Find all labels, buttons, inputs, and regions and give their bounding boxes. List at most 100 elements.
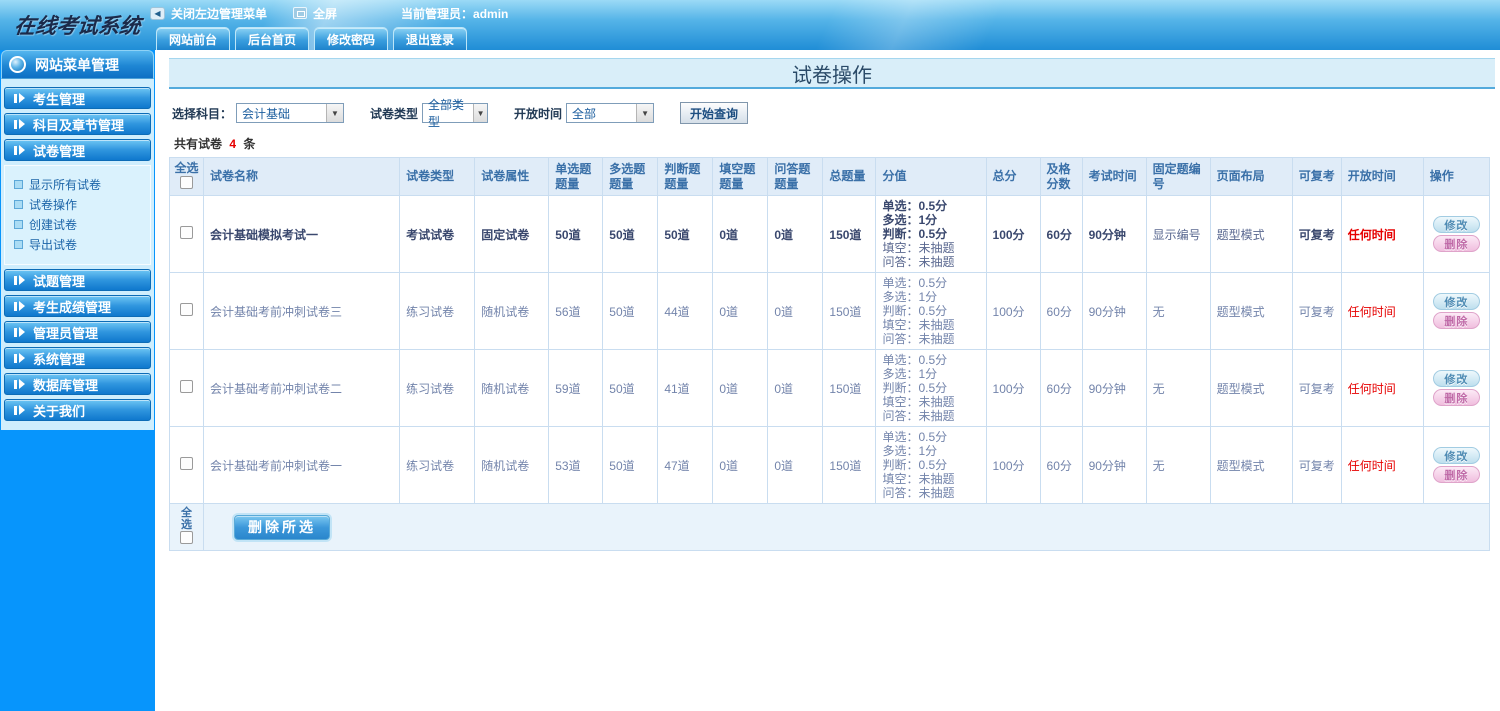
play-arrow-icon <box>14 405 25 415</box>
table-row: 会计基础考前冲刺试卷三 练习试卷 随机试卷 56道 50道 44道 0道 0道 … <box>168 272 1491 350</box>
col-paper-attr: 试卷属性 <box>474 157 550 196</box>
modify-button[interactable]: 修改 <box>1432 370 1480 387</box>
delete-button[interactable]: 删除 <box>1432 235 1480 252</box>
chevron-down-icon: ▼ <box>473 104 488 122</box>
sidebar-item-paper-management[interactable]: 试卷管理 <box>4 139 151 161</box>
submenu-item-label: 导出试卷 <box>29 237 78 252</box>
sidebar-header: 网站菜单管理 <box>1 50 154 79</box>
paper-type: 练习试卷 <box>399 349 476 427</box>
blank-count: 0道 <box>712 349 769 427</box>
current-admin-label: 当前管理员：admin <box>401 6 509 21</box>
col-qa-count: 问答题题量 <box>767 157 824 196</box>
total-count: 150道 <box>822 349 877 427</box>
judge-count: 50道 <box>657 195 714 273</box>
play-arrow-icon <box>14 301 25 311</box>
sidebar-item-label: 系统管理 <box>33 351 86 367</box>
blank-count: 0道 <box>712 272 769 350</box>
col-pass-score: 及格分数 <box>1039 157 1083 196</box>
delete-button[interactable]: 删除 <box>1432 466 1480 483</box>
sidebar-subitem-create-paper[interactable]: 创建试卷 <box>14 214 150 234</box>
fixed-number: 显示编号 <box>1145 195 1211 273</box>
sidebar-item-about-us[interactable]: 关于我们 <box>4 399 151 421</box>
sidebar-subitem-paper-operations[interactable]: 试卷操作 <box>14 194 150 214</box>
sidebar-item-label: 考生成绩管理 <box>33 299 112 315</box>
col-single-count: 单选题题量 <box>548 157 604 196</box>
type-filter-label: 试卷类型 <box>370 106 419 121</box>
paper-type: 练习试卷 <box>399 426 476 504</box>
fixed-number: 无 <box>1145 349 1211 427</box>
delete-button[interactable]: 删除 <box>1432 312 1480 329</box>
sidebar-subitem-show-all-papers[interactable]: 显示所有试卷 <box>14 174 150 194</box>
total-score: 100分 <box>985 272 1041 350</box>
delete-selected-button[interactable]: 删除所选 <box>234 514 331 540</box>
sidebar-subitem-export-paper[interactable]: 导出试卷 <box>14 234 150 254</box>
modify-button[interactable]: 修改 <box>1432 293 1480 310</box>
tab-logout[interactable]: 退出登录 <box>393 27 468 50</box>
subject-select[interactable]: 会计基础 ▼ <box>236 103 345 123</box>
modify-button[interactable]: 修改 <box>1432 216 1480 233</box>
blank-count: 0道 <box>712 426 769 504</box>
pass-score: 60分 <box>1039 349 1083 427</box>
sidebar-item-candidate-management[interactable]: 考生管理 <box>4 87 151 109</box>
paper-name: 会计基础模拟考试一 <box>203 195 401 273</box>
row-checkbox[interactable] <box>180 303 193 316</box>
modify-button[interactable]: 修改 <box>1432 447 1480 464</box>
pass-score: 60分 <box>1039 195 1083 273</box>
open-time: 任何时间 <box>1340 349 1424 427</box>
blank-count: 0道 <box>712 195 769 273</box>
square-bullet-icon <box>14 199 23 209</box>
fullscreen-button[interactable]: 全屏 <box>293 5 337 22</box>
sidebar-item-score-management[interactable]: 考生成绩管理 <box>4 295 151 317</box>
tab-change-password[interactable]: 修改密码 <box>314 27 389 50</box>
sidebar-item-database-management[interactable]: 数据库管理 <box>4 373 151 395</box>
duration: 90分钟 <box>1081 195 1147 273</box>
open-time-select[interactable]: 全部 ▼ <box>566 103 655 123</box>
col-page-layout: 页面布局 <box>1209 157 1293 196</box>
sidebar-item-question-management[interactable]: 试题管理 <box>4 269 151 291</box>
row-checkbox[interactable] <box>180 226 193 239</box>
page-layout: 题型模式 <box>1209 349 1293 427</box>
col-paper-type: 试卷类型 <box>399 157 476 196</box>
close-left-menu-button[interactable]: ◀ 关闭左边管理菜单 <box>150 5 267 22</box>
tab-admin-home[interactable]: 后台首页 <box>235 27 310 50</box>
pass-score: 60分 <box>1039 426 1083 504</box>
chevron-down-icon: ▼ <box>326 104 344 122</box>
row-checkbox[interactable] <box>180 380 193 393</box>
col-paper-name: 试卷名称 <box>203 157 401 196</box>
retake: 可复考 <box>1291 272 1342 350</box>
table-row: 会计基础模拟考试一 考试试卷 固定试卷 50道 50道 50道 0道 0道 15… <box>168 195 1491 273</box>
col-total-score: 总分 <box>985 157 1041 196</box>
col-total-count: 总题量 <box>822 157 877 196</box>
play-arrow-icon <box>14 93 25 103</box>
search-button[interactable]: 开始查询 <box>680 102 749 124</box>
result-count: 共有试卷 4 条 <box>174 135 1500 152</box>
page-layout: 题型模式 <box>1209 195 1293 273</box>
page-title: 试卷操作 <box>169 58 1495 89</box>
sidebar-item-system-management[interactable]: 系统管理 <box>4 347 151 369</box>
paper-attr: 随机试卷 <box>474 426 550 504</box>
qa-count: 0道 <box>767 426 824 504</box>
single-count: 53道 <box>548 426 604 504</box>
qa-count: 0道 <box>767 195 824 273</box>
play-arrow-icon <box>14 353 25 363</box>
subject-select-value: 会计基础 <box>242 106 291 121</box>
filter-bar: 选择科目： 会计基础 ▼ 试卷类型 全部类型 ▼ 开放时间 全部 ▼ 开始查询 <box>172 98 1500 129</box>
row-checkbox[interactable] <box>180 457 193 470</box>
sidebar-item-admin-management[interactable]: 管理员管理 <box>4 321 151 343</box>
select-all-checkbox[interactable] <box>180 175 193 189</box>
select-all-header: 全选 <box>168 157 205 196</box>
paper-type-select[interactable]: 全部类型 ▼ <box>422 98 489 129</box>
delete-button[interactable]: 删除 <box>1432 389 1480 406</box>
table-header-row: 全选 试卷名称 试卷类型 试卷属性 单选题题量 多选题题量 判断题题量 填空题题… <box>168 157 1491 196</box>
table-footer-row: 全选 删除所选 <box>168 503 1490 551</box>
open-time: 任何时间 <box>1340 426 1424 504</box>
paper-name: 会计基础考前冲刺试卷三 <box>203 272 401 350</box>
tab-site-front[interactable]: 网站前台 <box>156 27 231 50</box>
circle-icon <box>9 56 26 73</box>
sidebar-item-subject-chapter-management[interactable]: 科目及章节管理 <box>4 113 151 135</box>
col-duration: 考试时间 <box>1081 157 1147 196</box>
footer-select-all-checkbox[interactable] <box>180 531 193 544</box>
submenu-item-label: 创建试卷 <box>29 217 78 232</box>
duration: 90分钟 <box>1081 272 1147 350</box>
col-fixed-number: 固定题编号 <box>1145 157 1211 196</box>
